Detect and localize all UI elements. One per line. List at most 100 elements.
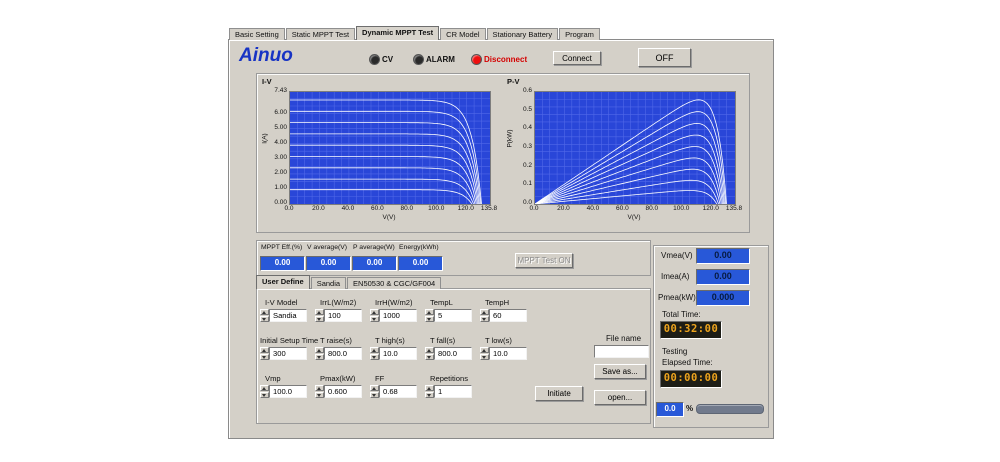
- spinner[interactable]: [370, 347, 379, 360]
- spinner[interactable]: [480, 347, 489, 360]
- spinner[interactable]: [260, 309, 269, 322]
- t-fall-input[interactable]: [434, 347, 472, 360]
- spin-down-icon[interactable]: [480, 316, 489, 322]
- spin-up-icon[interactable]: [370, 385, 379, 391]
- t-low-input[interactable]: [489, 347, 527, 360]
- tab-basic-setting[interactable]: Basic Setting: [229, 28, 285, 40]
- temph-input[interactable]: [489, 309, 527, 322]
- progress-bar: [696, 404, 764, 414]
- spinner[interactable]: [370, 309, 379, 322]
- mppt-test-button[interactable]: MPPT Test ON: [515, 253, 573, 268]
- spin-up-icon[interactable]: [315, 385, 324, 391]
- spinner[interactable]: [260, 385, 269, 398]
- spin-down-icon[interactable]: [425, 392, 434, 398]
- spinner[interactable]: [425, 347, 434, 360]
- spin-down-icon[interactable]: [425, 354, 434, 360]
- spin-up-icon[interactable]: [425, 309, 434, 315]
- field-label: Pmax(kW): [315, 374, 362, 385]
- tab-sandia[interactable]: Sandia: [311, 277, 346, 289]
- field-label: FF: [370, 374, 417, 385]
- field-label: Vmp: [260, 374, 307, 385]
- spinner[interactable]: [370, 385, 379, 398]
- field-label: Initial Setup Time: [260, 336, 307, 347]
- vmp-input[interactable]: [269, 385, 307, 398]
- imea-label: Imea(A): [661, 272, 689, 281]
- initial-setup-time-input[interactable]: [269, 347, 307, 360]
- tab-stationary-battery[interactable]: Stationary Battery: [487, 28, 559, 40]
- spin-down-icon[interactable]: [425, 316, 434, 322]
- irrl-input[interactable]: [324, 309, 362, 322]
- disconnect-led: [471, 54, 482, 65]
- spin-up-icon[interactable]: [480, 309, 489, 315]
- y-tick: 6.00: [263, 109, 287, 116]
- spin-down-icon[interactable]: [480, 354, 489, 360]
- t-raise-input[interactable]: [324, 347, 362, 360]
- spin-down-icon[interactable]: [370, 354, 379, 360]
- spin-up-icon[interactable]: [315, 347, 324, 353]
- spin-up-icon[interactable]: [260, 347, 269, 353]
- energy-value: 0.00: [398, 256, 443, 271]
- field-label: T raise(s): [315, 336, 362, 347]
- spinner[interactable]: [315, 309, 324, 322]
- tab-en50530[interactable]: EN50530 & CGC/GF004: [347, 277, 441, 289]
- mppt-eff-value: 0.00: [260, 256, 305, 271]
- initiate-button[interactable]: Initiate: [535, 386, 583, 401]
- spinner[interactable]: [315, 347, 324, 360]
- off-button[interactable]: OFF: [638, 48, 691, 67]
- form-row-1: I-V Model IrrL(W/m2) IrrH(W/m2) TempL: [260, 298, 527, 322]
- brand-logo: Ainuo: [239, 45, 293, 67]
- spin-down-icon[interactable]: [260, 392, 269, 398]
- spinner[interactable]: [315, 385, 324, 398]
- x-tick: 60.0: [362, 205, 392, 212]
- tab-user-define[interactable]: User Define: [256, 275, 310, 289]
- t-high-input[interactable]: [379, 347, 417, 360]
- spin-up-icon[interactable]: [260, 309, 269, 315]
- tab-static-mppt-test[interactable]: Static MPPT Test: [286, 28, 355, 40]
- spin-down-icon[interactable]: [260, 316, 269, 322]
- iv-model-input[interactable]: [269, 309, 307, 322]
- x-tick: 100.0: [421, 205, 451, 212]
- irrh-input[interactable]: [379, 309, 417, 322]
- tab-program[interactable]: Program: [559, 28, 600, 40]
- x-axis-ticks: 0.020.040.060.080.0100.0120.0135.8: [504, 205, 746, 213]
- p-average-value: 0.00: [352, 256, 397, 271]
- spin-up-icon[interactable]: [480, 347, 489, 353]
- elapsed-time-label: Elapsed Time:: [662, 358, 713, 367]
- spin-down-icon[interactable]: [370, 316, 379, 322]
- templ-input[interactable]: [434, 309, 472, 322]
- vmea-label: Vmea(V): [661, 251, 693, 260]
- file-name-input[interactable]: [594, 345, 649, 358]
- p-average-label: P average(W): [353, 244, 395, 251]
- pv-plot-area: [534, 91, 736, 205]
- cv-led-label: CV: [382, 55, 393, 64]
- spinner[interactable]: [480, 309, 489, 322]
- y-axis-ticks: 7.436.005.004.003.002.001.000.00: [263, 77, 287, 217]
- app-window: Basic Setting Static MPPT Test Dynamic M…: [228, 27, 774, 439]
- vmea-value: 0.00: [696, 248, 750, 264]
- pmax-input[interactable]: [324, 385, 362, 398]
- spin-up-icon[interactable]: [425, 385, 434, 391]
- spin-up-icon[interactable]: [315, 309, 324, 315]
- spin-up-icon[interactable]: [370, 347, 379, 353]
- spin-up-icon[interactable]: [370, 309, 379, 315]
- tab-dynamic-mppt-test[interactable]: Dynamic MPPT Test: [356, 26, 439, 40]
- repetitions-input[interactable]: [434, 385, 472, 398]
- y-tick: 2.00: [263, 169, 287, 176]
- spin-down-icon[interactable]: [260, 354, 269, 360]
- x-tick: 60.0: [607, 205, 637, 212]
- x-axis-label: V(V): [289, 214, 489, 221]
- spin-down-icon[interactable]: [315, 354, 324, 360]
- save-as-button[interactable]: Save as...: [594, 364, 646, 379]
- spinner[interactable]: [425, 309, 434, 322]
- spin-up-icon[interactable]: [425, 347, 434, 353]
- connect-button[interactable]: Connect: [553, 51, 601, 65]
- spin-down-icon[interactable]: [315, 392, 324, 398]
- open-button[interactable]: open...: [594, 390, 646, 405]
- ff-input[interactable]: [379, 385, 417, 398]
- spinner[interactable]: [425, 385, 434, 398]
- spin-down-icon[interactable]: [315, 316, 324, 322]
- spin-down-icon[interactable]: [370, 392, 379, 398]
- tab-cr-model[interactable]: CR Model: [440, 28, 485, 40]
- spinner[interactable]: [260, 347, 269, 360]
- spin-up-icon[interactable]: [260, 385, 269, 391]
